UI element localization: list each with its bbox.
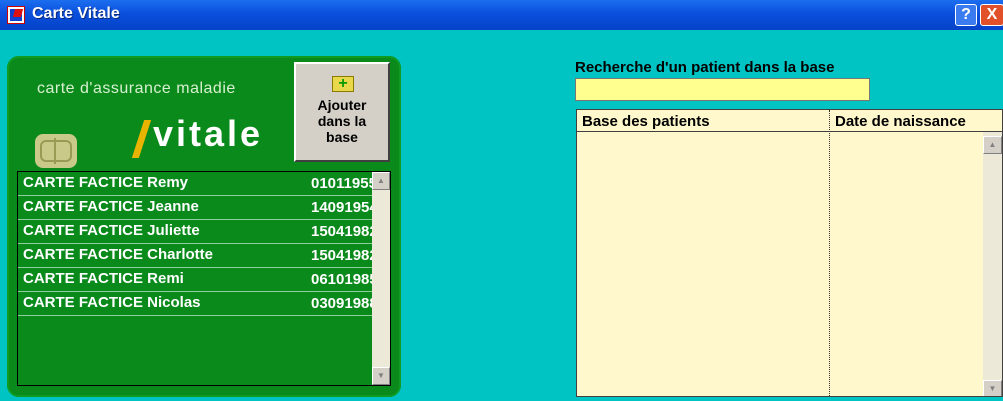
column-divider <box>829 110 830 396</box>
vitale-logo: vitale <box>153 113 264 154</box>
card-holder-date: 15041982 <box>311 247 378 264</box>
card-list[interactable]: CARTE FACTICE Remy 01011955 CARTE FACTIC… <box>17 171 391 386</box>
card-holder-name: CARTE FACTICE Remy <box>23 174 189 191</box>
vitale-card-panel: carte d'assurance maladie vitale + Ajout… <box>7 56 401 397</box>
card-holder-date: 15041982 <box>311 223 378 240</box>
card-holder-name: CARTE FACTICE Charlotte <box>23 246 214 263</box>
close-button[interactable]: X <box>980 4 1003 26</box>
window-title: Carte Vitale <box>32 5 120 22</box>
vitale-logo-slash <box>131 120 152 158</box>
patient-search-input[interactable] <box>575 78 870 101</box>
add-button-label: Ajouter dans la base <box>317 97 367 145</box>
card-holder-date: 01011955 <box>311 175 377 192</box>
title-bar: Carte Vitale ? X <box>0 0 1003 30</box>
card-list-row[interactable]: CARTE FACTICE Jeanne 14091954 <box>18 196 390 220</box>
card-list-row[interactable]: CARTE FACTICE Remy 01011955 <box>18 172 390 196</box>
scroll-down-icon[interactable]: ▼ <box>983 380 1002 396</box>
search-label: Recherche d'un patient dans la base <box>575 59 835 76</box>
scroll-up-icon[interactable]: ▲ <box>983 136 1002 154</box>
table-header: Base des patients Date de naissance <box>577 110 1002 132</box>
card-holder-date: 06101985 <box>311 271 378 288</box>
patients-table[interactable]: Base des patients Date de naissance ▲ ▼ <box>576 109 1003 397</box>
card-list-row[interactable]: CARTE FACTICE Remi 06101985 <box>18 268 390 292</box>
card-list-row[interactable]: CARTE FACTICE Juliette 15041982 <box>18 220 390 244</box>
help-button[interactable]: ? <box>955 4 977 26</box>
folder-add-icon: + <box>332 76 354 92</box>
patients-scrollbar[interactable]: ▲ ▼ <box>983 132 1002 396</box>
card-holder-date: 03091988 <box>311 295 378 312</box>
card-list-scrollbar[interactable]: ▲ ▼ <box>372 172 390 385</box>
add-to-database-button[interactable]: + Ajouter dans la base <box>294 62 390 162</box>
card-label: carte d'assurance maladie <box>37 80 236 97</box>
card-holder-name: CARTE FACTICE Juliette <box>23 222 200 239</box>
card-holder-date: 14091954 <box>311 199 378 216</box>
column-header-patients[interactable]: Base des patients <box>582 113 710 130</box>
card-list-row[interactable]: CARTE FACTICE Nicolas 03091988 <box>18 292 390 316</box>
scroll-up-icon[interactable]: ▲ <box>372 172 390 190</box>
card-holder-name: CARTE FACTICE Jeanne <box>23 198 199 215</box>
card-holder-name: CARTE FACTICE Remi <box>23 270 184 287</box>
scroll-down-icon[interactable]: ▼ <box>372 367 390 385</box>
card-list-row[interactable]: CARTE FACTICE Charlotte 15041982 <box>18 244 390 268</box>
chip-icon <box>35 134 77 168</box>
app-icon <box>7 6 25 24</box>
column-header-birthdate[interactable]: Date de naissance <box>835 113 966 130</box>
card-holder-name: CARTE FACTICE Nicolas <box>23 294 201 311</box>
